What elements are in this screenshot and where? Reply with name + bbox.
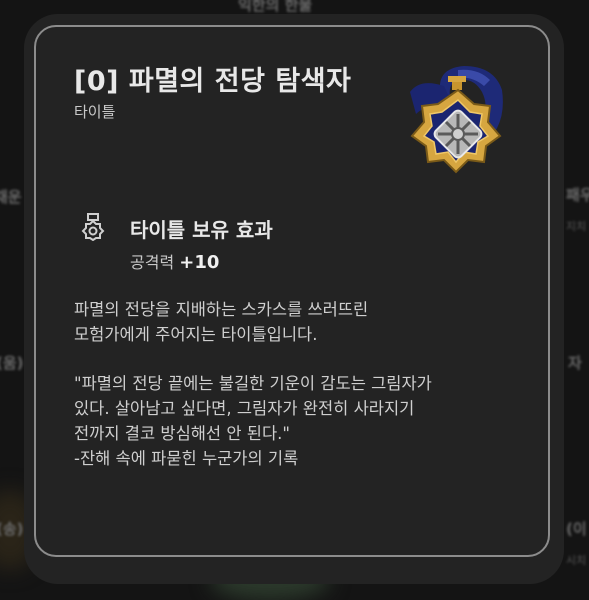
lore-line: "파멸의 전당 끝에는 불길한 기운이 감도는 그림자가: [74, 374, 432, 393]
bg-fragment-right-2: 자: [568, 354, 582, 372]
lore-line: 전까지 결코 방심해선 안 된다.": [74, 424, 290, 443]
bg-fragment-right-3: (이: [566, 520, 587, 538]
lore-source: -잔해 속에 파묻힌 누군가의 기록: [74, 449, 299, 468]
bg-fragment-right-1-sub: 지치: [566, 220, 587, 233]
title-name: [0] 파멸의 전당 탐색자: [74, 66, 352, 97]
title-category: 타이틀: [74, 103, 116, 121]
bg-fragment-right-3-sub: 시치: [566, 554, 587, 567]
effect-title: 타이틀 보유 효과: [130, 218, 273, 242]
bg-fragment-left-1: 채운: [0, 188, 22, 206]
stat-value: +10: [179, 252, 220, 273]
medal-emblem-icon: [410, 66, 503, 174]
effect-stat: 공격력 +10: [130, 249, 219, 273]
bg-fragment-left-3: (송): [0, 520, 24, 538]
medal-outline-icon: [81, 213, 105, 241]
bg-fragment-top: 익한의 한물: [238, 0, 313, 14]
stat-label: 공격력: [130, 253, 175, 272]
bg-fragment-left-2: (움): [0, 354, 24, 372]
description-line: 파멸의 전당을 지배하는 스카스를 쓰러뜨린: [74, 300, 369, 319]
lore-line: 있다. 살아남고 싶다면, 그림자가 완전히 사라지기: [74, 399, 415, 418]
title-description: 파멸의 전당을 지배하는 스카스를 쓰러뜨린 모험가에게 주어지는 타이틀입니다…: [74, 297, 534, 471]
description-line: 모험가에게 주어지는 타이틀입니다.: [74, 325, 318, 344]
bg-fragment-right-1: 패우: [566, 186, 589, 204]
